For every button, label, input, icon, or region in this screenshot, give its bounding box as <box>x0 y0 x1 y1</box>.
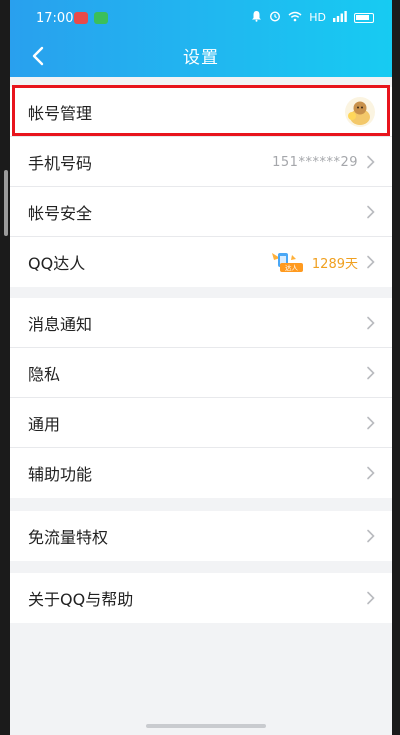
signal-icon <box>333 10 347 26</box>
row-label: 隐私 <box>28 364 61 384</box>
row-label: 帐号管理 <box>28 103 93 123</box>
row-label: 辅助功能 <box>28 465 93 484</box>
general-group: 消息通知 隐私 通用 辅助功能 <box>10 298 392 498</box>
row-label: 消息通知 <box>28 314 93 334</box>
home-indicator[interactable] <box>146 724 266 728</box>
chevron-right-icon <box>366 316 376 330</box>
account-group: 帐号管理 手机号码 151******29 帐号安全 QQ达人 达人 1289天 <box>10 87 392 287</box>
header-bar: 17:00 HD 设置 <box>10 0 392 77</box>
daren-badge-text: 达人 <box>285 263 299 272</box>
settings-row-privacy[interactable]: 隐私 <box>10 348 392 398</box>
phone-number-value: 151******29 <box>272 154 358 170</box>
chevron-right-icon <box>366 529 376 543</box>
chevron-right-icon <box>366 416 376 430</box>
side-button <box>4 170 8 236</box>
chevron-right-icon <box>366 466 376 480</box>
settings-row-account-security[interactable]: 帐号安全 <box>10 187 392 237</box>
settings-row-qq-daren[interactable]: QQ达人 达人 1289天 <box>10 237 392 287</box>
settings-row-free-data[interactable]: 免流量特权 <box>10 511 392 561</box>
chevron-right-icon <box>366 255 376 269</box>
settings-row-accessibility[interactable]: 辅助功能 <box>10 448 392 498</box>
settings-row-general[interactable]: 通用 <box>10 398 392 448</box>
status-icons: HD <box>251 10 374 26</box>
bell-icon <box>251 10 262 26</box>
row-label: 关于QQ与帮助 <box>28 590 134 609</box>
notification-app-icon <box>94 12 108 24</box>
chevron-right-icon <box>366 366 376 380</box>
settings-row-notifications[interactable]: 消息通知 <box>10 298 392 348</box>
row-label: QQ达人 <box>28 254 86 273</box>
daren-days-value: 1289天 <box>311 256 358 272</box>
page-title: 设置 <box>183 48 219 68</box>
row-label: 手机号码 <box>28 153 93 173</box>
status-time: 17:00 <box>36 11 74 26</box>
alarm-icon <box>269 10 281 26</box>
about-group: 关于QQ与帮助 <box>10 573 392 623</box>
settings-row-account-management[interactable]: 帐号管理 <box>10 87 392 137</box>
row-label: 免流量特权 <box>28 528 109 547</box>
battery-icon <box>354 13 374 23</box>
settings-row-about[interactable]: 关于QQ与帮助 <box>10 573 392 623</box>
settings-screen: 17:00 HD 设置 帐号管理 手机号码 151******29 帐号安全 Q… <box>10 0 392 735</box>
nav-bar: 设置 <box>10 37 392 77</box>
row-label: 通用 <box>28 414 61 434</box>
data-free-group: 免流量特权 <box>10 511 392 561</box>
notification-app-icon <box>74 12 88 24</box>
chevron-right-icon <box>366 591 376 605</box>
settings-row-phone-number[interactable]: 手机号码 151******29 <box>10 137 392 187</box>
daren-badge-icon: 达人 <box>271 253 303 272</box>
avatar <box>345 97 375 127</box>
chevron-right-icon <box>366 155 376 169</box>
status-bar: 17:00 HD <box>10 0 392 37</box>
chevron-right-icon <box>366 205 376 219</box>
network-type-label: HD <box>309 11 326 24</box>
wifi-icon <box>288 11 302 26</box>
row-label: 帐号安全 <box>28 203 93 223</box>
